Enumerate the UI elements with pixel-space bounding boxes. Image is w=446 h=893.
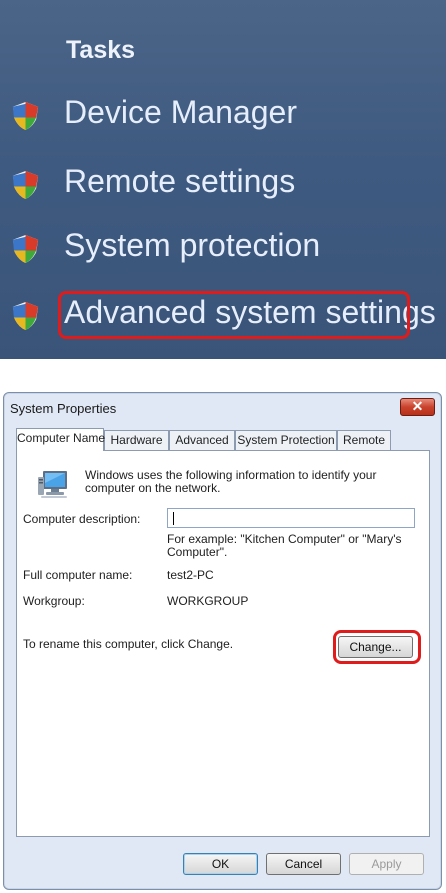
shield-icon (12, 301, 39, 331)
task-device-manager[interactable]: Device Manager (0, 88, 446, 142)
intro-text: Windows uses the following information t… (85, 468, 377, 495)
apply-button[interactable]: Apply (349, 853, 424, 875)
ok-button[interactable]: OK (183, 853, 258, 875)
full-name-label: Full computer name: (23, 568, 133, 582)
workgroup-value: WORKGROUP (167, 594, 249, 608)
task-label: Remote settings (64, 163, 296, 199)
shield-icon (12, 170, 39, 200)
tasks-panel: Tasks Device Manager Remote settings Sys… (0, 0, 446, 359)
tab-computer-name[interactable]: Computer Name (16, 428, 105, 451)
tasks-title: Tasks (66, 36, 136, 64)
example-text: For example: "Kitchen Computer" or "Mary… (167, 532, 402, 559)
tab-remote[interactable]: Remote (337, 430, 391, 450)
cancel-button[interactable]: Cancel (266, 853, 341, 875)
shield-icon (12, 234, 39, 264)
task-label: System protection (64, 227, 321, 263)
close-icon: ✕ (411, 398, 424, 414)
tab-advanced[interactable]: Advanced (169, 430, 235, 450)
task-system-protection[interactable]: System protection (0, 221, 446, 275)
dialog-title: System Properties (10, 401, 117, 416)
system-properties-dialog: System Properties ✕ Computer Name Hardwa… (3, 392, 442, 890)
full-name-value: test2-PC (167, 568, 214, 582)
close-button[interactable]: ✕ (400, 398, 435, 416)
rename-text: To rename this computer, click Change. (23, 637, 234, 651)
computer-description-input[interactable] (167, 508, 415, 528)
tab-system-protection[interactable]: System Protection (235, 430, 337, 450)
shield-icon (12, 101, 39, 131)
workgroup-label: Workgroup: (23, 594, 85, 608)
description-label: Computer description: (23, 512, 141, 526)
text-caret (173, 512, 174, 525)
computer-name-panel: Windows uses the following information t… (16, 450, 430, 837)
task-label: Device Manager (64, 94, 297, 130)
tab-hardware[interactable]: Hardware (104, 430, 169, 450)
highlight-box-change (333, 630, 421, 664)
highlight-box-advanced-settings (58, 291, 410, 339)
task-remote-settings[interactable]: Remote settings (0, 157, 446, 211)
computer-icon (38, 471, 67, 498)
